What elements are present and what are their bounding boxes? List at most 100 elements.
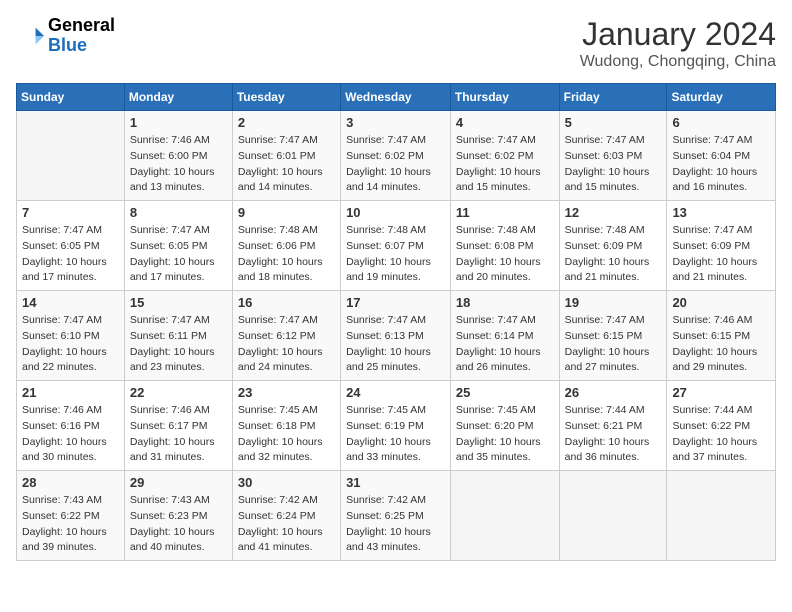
calendar-cell: 5Sunrise: 7:47 AM Sunset: 6:03 PM Daylig…: [559, 111, 667, 201]
day-number: 4: [456, 115, 554, 130]
calendar-cell: 1 Sunrise: 7:46 AM Sunset: 6:00 PM Daylig…: [124, 111, 232, 201]
calendar-cell: 14 Sunrise: 7:47 AM Sunset: 6:10 PM Dayli…: [17, 291, 125, 381]
calendar-header-row: SundayMondayTuesdayWednesdayThursdayFrid…: [17, 84, 776, 111]
day-info: Sunrise: 7:47 AM Sunset: 6:04 PM Dayligh…: [672, 133, 770, 196]
day-info: Sunrise: 7:48 AM Sunset: 6:06 PM Dayligh…: [238, 223, 335, 286]
logo-icon: [16, 22, 44, 50]
day-info: Sunrise: 7:48 AM Sunset: 6:07 PM Dayligh…: [346, 223, 445, 286]
day-info: Sunrise: 7:47 AM Sunset: 6:05 PM Dayligh…: [22, 223, 119, 286]
calendar-cell: 16 Sunrise: 7:47 AM Sunset: 6:12 PM Dayli…: [232, 291, 340, 381]
day-number: 6: [672, 115, 770, 130]
day-number: 25: [456, 385, 554, 400]
month-title: January 2024: [580, 16, 776, 53]
day-info: Sunrise: 7:48 AM Sunset: 6:09 PM Dayligh…: [565, 223, 662, 286]
day-info: Sunrise: 7:45 AM Sunset: 6:18 PM Dayligh…: [238, 403, 335, 466]
calendar-cell: 22Sunrise: 7:46 AM Sunset: 6:17 PM Dayli…: [124, 381, 232, 471]
calendar-cell: [17, 111, 125, 201]
col-header-wednesday: Wednesday: [341, 84, 451, 111]
calendar-cell: [450, 471, 559, 561]
day-info: Sunrise: 7:47 AM Sunset: 6:12 PM Dayligh…: [238, 313, 335, 376]
day-number: 7: [22, 205, 119, 220]
day-info: Sunrise: 7:44 AM Sunset: 6:21 PM Dayligh…: [565, 403, 662, 466]
day-number: 1: [130, 115, 227, 130]
day-number: 11: [456, 205, 554, 220]
col-header-monday: Monday: [124, 84, 232, 111]
col-header-tuesday: Tuesday: [232, 84, 340, 111]
calendar-cell: 9 Sunrise: 7:48 AM Sunset: 6:06 PM Daylig…: [232, 201, 340, 291]
day-number: 21: [22, 385, 119, 400]
col-header-sunday: Sunday: [17, 84, 125, 111]
day-info: Sunrise: 7:45 AM Sunset: 6:20 PM Dayligh…: [456, 403, 554, 466]
col-header-friday: Friday: [559, 84, 667, 111]
calendar-table: SundayMondayTuesdayWednesdayThursdayFrid…: [16, 83, 776, 561]
calendar-cell: 12 Sunrise: 7:48 AM Sunset: 6:09 PM Dayli…: [559, 201, 667, 291]
day-number: 12: [565, 205, 662, 220]
day-info: Sunrise: 7:47 AM Sunset: 6:10 PM Dayligh…: [22, 313, 119, 376]
day-info: Sunrise: 7:45 AM Sunset: 6:19 PM Dayligh…: [346, 403, 445, 466]
calendar-week-row: 1 Sunrise: 7:46 AM Sunset: 6:00 PM Daylig…: [17, 111, 776, 201]
day-number: 15: [130, 295, 227, 310]
day-number: 28: [22, 475, 119, 490]
calendar-cell: 29 Sunrise: 7:43 AM Sunset: 6:23 PM Dayli…: [124, 471, 232, 561]
day-info: Sunrise: 7:44 AM Sunset: 6:22 PM Dayligh…: [672, 403, 770, 466]
day-info: Sunrise: 7:47 AM Sunset: 6:09 PM Dayligh…: [672, 223, 770, 286]
calendar-cell: 6 Sunrise: 7:47 AM Sunset: 6:04 PM Daylig…: [667, 111, 776, 201]
calendar-week-row: 7 Sunrise: 7:47 AM Sunset: 6:05 PM Daylig…: [17, 201, 776, 291]
day-number: 10: [346, 205, 445, 220]
calendar-cell: 23 Sunrise: 7:45 AM Sunset: 6:18 PM Dayli…: [232, 381, 340, 471]
calendar-cell: 11Sunrise: 7:48 AM Sunset: 6:08 PM Dayli…: [450, 201, 559, 291]
day-info: Sunrise: 7:43 AM Sunset: 6:23 PM Dayligh…: [130, 493, 227, 556]
day-info: Sunrise: 7:46 AM Sunset: 6:15 PM Dayligh…: [672, 313, 770, 376]
day-number: 14: [22, 295, 119, 310]
day-info: Sunrise: 7:42 AM Sunset: 6:24 PM Dayligh…: [238, 493, 335, 556]
day-info: Sunrise: 7:47 AM Sunset: 6:15 PM Dayligh…: [565, 313, 662, 376]
calendar-cell: 26Sunrise: 7:44 AM Sunset: 6:21 PM Dayli…: [559, 381, 667, 471]
day-number: 29: [130, 475, 227, 490]
calendar-cell: 15 Sunrise: 7:47 AM Sunset: 6:11 PM Dayli…: [124, 291, 232, 381]
day-info: Sunrise: 7:43 AM Sunset: 6:22 PM Dayligh…: [22, 493, 119, 556]
calendar-week-row: 14 Sunrise: 7:47 AM Sunset: 6:10 PM Dayli…: [17, 291, 776, 381]
calendar-cell: 30 Sunrise: 7:42 AM Sunset: 6:24 PM Dayli…: [232, 471, 340, 561]
calendar-cell: 10 Sunrise: 7:48 AM Sunset: 6:07 PM Dayli…: [341, 201, 451, 291]
day-number: 2: [238, 115, 335, 130]
page-header: General Blue January 2024 Wudong, Chongq…: [16, 16, 776, 71]
day-number: 16: [238, 295, 335, 310]
calendar-cell: 8Sunrise: 7:47 AM Sunset: 6:05 PM Daylig…: [124, 201, 232, 291]
calendar-cell: 28 Sunrise: 7:43 AM Sunset: 6:22 PM Dayli…: [17, 471, 125, 561]
day-number: 18: [456, 295, 554, 310]
day-info: Sunrise: 7:42 AM Sunset: 6:25 PM Dayligh…: [346, 493, 445, 556]
logo: General Blue: [16, 16, 115, 56]
calendar-cell: 18Sunrise: 7:47 AM Sunset: 6:14 PM Dayli…: [450, 291, 559, 381]
day-number: 30: [238, 475, 335, 490]
calendar-cell: [667, 471, 776, 561]
day-number: 23: [238, 385, 335, 400]
day-number: 17: [346, 295, 445, 310]
calendar-cell: 27 Sunrise: 7:44 AM Sunset: 6:22 PM Dayli…: [667, 381, 776, 471]
calendar-cell: 20 Sunrise: 7:46 AM Sunset: 6:15 PM Dayli…: [667, 291, 776, 381]
day-info: Sunrise: 7:46 AM Sunset: 6:00 PM Dayligh…: [130, 133, 227, 196]
day-info: Sunrise: 7:47 AM Sunset: 6:02 PM Dayligh…: [456, 133, 554, 196]
calendar-week-row: 21 Sunrise: 7:46 AM Sunset: 6:16 PM Dayli…: [17, 381, 776, 471]
day-number: 19: [565, 295, 662, 310]
logo-text: General Blue: [48, 16, 115, 56]
calendar-cell: 24Sunrise: 7:45 AM Sunset: 6:19 PM Dayli…: [341, 381, 451, 471]
day-info: Sunrise: 7:46 AM Sunset: 6:16 PM Dayligh…: [22, 403, 119, 466]
calendar-cell: 2 Sunrise: 7:47 AM Sunset: 6:01 PM Daylig…: [232, 111, 340, 201]
day-number: 8: [130, 205, 227, 220]
day-number: 20: [672, 295, 770, 310]
day-info: Sunrise: 7:47 AM Sunset: 6:11 PM Dayligh…: [130, 313, 227, 376]
col-header-saturday: Saturday: [667, 84, 776, 111]
day-number: 13: [672, 205, 770, 220]
day-number: 31: [346, 475, 445, 490]
day-info: Sunrise: 7:47 AM Sunset: 6:01 PM Dayligh…: [238, 133, 335, 196]
calendar-cell: 31 Sunrise: 7:42 AM Sunset: 6:25 PM Dayli…: [341, 471, 451, 561]
calendar-cell: 7 Sunrise: 7:47 AM Sunset: 6:05 PM Daylig…: [17, 201, 125, 291]
day-number: 22: [130, 385, 227, 400]
title-block: January 2024 Wudong, Chongqing, China: [580, 16, 776, 71]
day-number: 27: [672, 385, 770, 400]
day-info: Sunrise: 7:47 AM Sunset: 6:13 PM Dayligh…: [346, 313, 445, 376]
day-number: 9: [238, 205, 335, 220]
day-number: 5: [565, 115, 662, 130]
calendar-cell: 13 Sunrise: 7:47 AM Sunset: 6:09 PM Dayli…: [667, 201, 776, 291]
calendar-cell: 3Sunrise: 7:47 AM Sunset: 6:02 PM Daylig…: [341, 111, 451, 201]
